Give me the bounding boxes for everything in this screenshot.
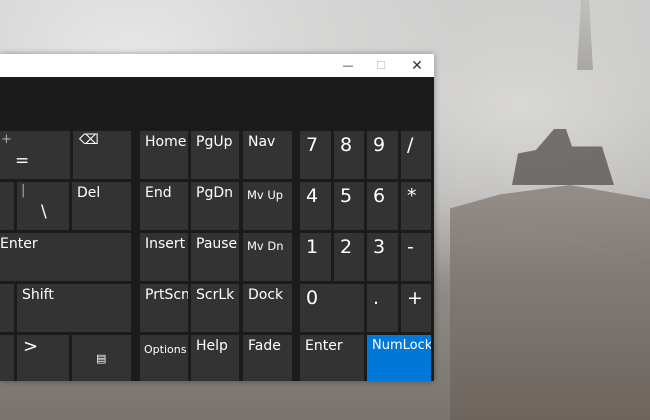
- key-scrlk[interactable]: ScrLk: [191, 284, 239, 332]
- key-numlock[interactable]: NumLock: [367, 335, 431, 381]
- key-num5[interactable]: 5: [334, 182, 364, 230]
- key-numlock-label: NumLock: [372, 338, 431, 353]
- key-num4[interactable]: 4: [300, 182, 331, 230]
- key-partial-left-3[interactable]: [0, 335, 14, 381]
- key-fade-label: Fade: [248, 338, 281, 354]
- key-num1-label: 1: [306, 236, 319, 258]
- backspace-icon: ⌫: [79, 132, 99, 148]
- key-num0-label: 0: [306, 287, 319, 309]
- key-shift[interactable]: Shift: [17, 284, 131, 332]
- key-mvdn-label: Mv Dn: [247, 239, 284, 253]
- key-partial-left[interactable]: [0, 182, 14, 230]
- key-pause[interactable]: Pause: [191, 233, 239, 281]
- key-num9[interactable]: 9: [367, 131, 398, 179]
- key-prtscn-label: PrtScn: [145, 287, 188, 303]
- key-num5-label: 5: [340, 185, 353, 207]
- key-home[interactable]: Home: [140, 131, 188, 179]
- key-backslash-label: \: [41, 202, 47, 222]
- key-num-star-label: *: [407, 185, 417, 207]
- key-insert[interactable]: Insert: [140, 233, 188, 281]
- on-screen-keyboard-window: — ☐ ✕ + + = ⌫ | \ Del Enter Shift > ▤ Ho…: [0, 54, 434, 381]
- key-num6-label: 6: [373, 185, 386, 207]
- key-num7-label: 7: [306, 134, 319, 156]
- key-num2[interactable]: 2: [334, 233, 364, 281]
- background-cliff: [450, 185, 650, 420]
- key-num8-label: 8: [340, 134, 353, 156]
- key-num-plus-label: +: [407, 287, 423, 309]
- key-options-label: Options: [144, 343, 187, 356]
- key-insert-label: Insert: [145, 236, 186, 252]
- key-del[interactable]: Del: [72, 182, 131, 230]
- key-num4-label: 4: [306, 185, 319, 207]
- key-num-star[interactable]: *: [401, 182, 431, 230]
- key-enter[interactable]: Enter: [0, 233, 131, 281]
- key-num7[interactable]: 7: [300, 131, 331, 179]
- key-num9-label: 9: [373, 134, 386, 156]
- key-end[interactable]: End: [140, 182, 188, 230]
- key-enter-label: Enter: [0, 236, 38, 252]
- key-right-arrow[interactable]: >: [17, 335, 69, 381]
- key-num-dot-label: .: [373, 287, 380, 309]
- key-pgdn-label: PgDn: [196, 185, 233, 201]
- key-num8[interactable]: 8: [334, 131, 364, 179]
- key-backslash-shift-label: |: [21, 183, 26, 198]
- key-mvup[interactable]: Mv Up: [243, 182, 292, 230]
- key-num-enter[interactable]: Enter: [300, 335, 364, 381]
- key-pgup[interactable]: PgUp: [191, 131, 239, 179]
- key-num0[interactable]: 0: [300, 284, 364, 332]
- chevron-right-icon: >: [23, 336, 39, 357]
- key-dock-label: Dock: [248, 287, 284, 303]
- key-num-minus[interactable]: -: [401, 233, 431, 281]
- key-mvdn[interactable]: Mv Dn: [243, 233, 292, 281]
- key-mvup-label: Mv Up: [247, 188, 284, 202]
- key-pgdn[interactable]: PgDn: [191, 182, 239, 230]
- key-num2-label: 2: [340, 236, 353, 258]
- key-equals[interactable]: + =: [0, 131, 70, 179]
- key-home-label: Home: [145, 134, 187, 150]
- key-partial-left-2[interactable]: [0, 284, 14, 332]
- minimize-button[interactable]: —: [331, 54, 365, 77]
- menu-icon: ▤: [96, 352, 107, 365]
- key-num1[interactable]: 1: [300, 233, 331, 281]
- key-fade[interactable]: Fade: [243, 335, 292, 381]
- key-equals-label: =: [15, 151, 30, 171]
- key-pgup-label: PgUp: [196, 134, 233, 150]
- close-button[interactable]: ✕: [400, 54, 434, 77]
- key-num3-label: 3: [373, 236, 386, 258]
- key-help-label: Help: [196, 338, 228, 354]
- key-dock[interactable]: Dock: [243, 284, 292, 332]
- key-num-slash-label: /: [407, 134, 414, 156]
- key-num6[interactable]: 6: [367, 182, 398, 230]
- key-backspace[interactable]: ⌫: [73, 131, 131, 179]
- key-scrlk-label: ScrLk: [196, 287, 235, 303]
- key-num-minus-label: -: [407, 236, 414, 258]
- key-equals-shift-label: +: [1, 132, 12, 147]
- key-num3[interactable]: 3: [367, 233, 398, 281]
- key-nav-label: Nav: [248, 134, 276, 150]
- key-options[interactable]: Options: [140, 335, 188, 381]
- key-num-slash[interactable]: /: [401, 131, 431, 179]
- key-pause-label: Pause: [196, 236, 238, 252]
- key-nav[interactable]: Nav: [243, 131, 292, 179]
- background-tower: [577, 0, 593, 70]
- key-shift-label: Shift: [22, 287, 54, 303]
- background-ship: [512, 129, 614, 185]
- key-help[interactable]: Help: [191, 335, 239, 381]
- key-del-label: Del: [77, 185, 101, 201]
- key-backslash[interactable]: | \: [17, 182, 69, 230]
- maximize-button[interactable]: ☐: [364, 54, 398, 77]
- key-num-dot[interactable]: .: [367, 284, 398, 332]
- key-prtscn[interactable]: PrtScn: [140, 284, 188, 332]
- key-end-label: End: [145, 185, 172, 201]
- key-num-enter-label: Enter: [305, 338, 343, 354]
- title-bar[interactable]: — ☐ ✕: [0, 54, 434, 77]
- key-menu[interactable]: ▤: [72, 335, 131, 381]
- key-num-plus[interactable]: +: [401, 284, 431, 332]
